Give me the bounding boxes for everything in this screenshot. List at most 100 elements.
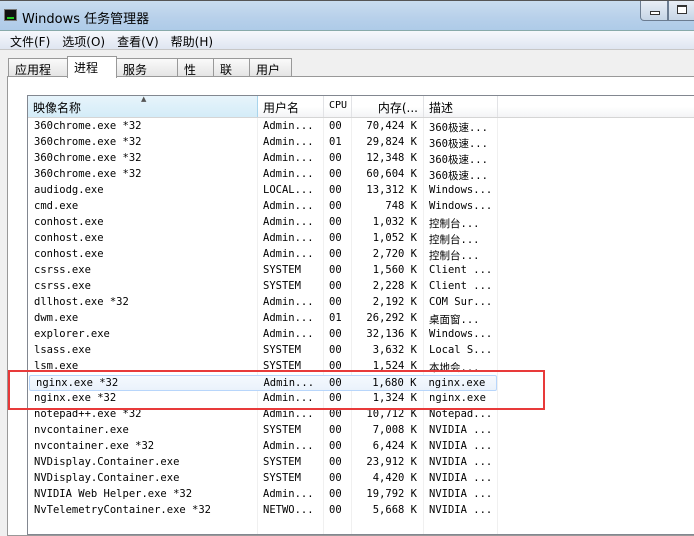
table-row[interactable]: conhost.exe Admin... 00 1,032 K 控制台... (28, 215, 497, 231)
cell-memory: 2,192 K (372, 296, 417, 308)
cell-process-name: dwm.exe (34, 312, 79, 324)
cell-process-name: conhost.exe (34, 232, 104, 244)
cell-description: Local S... (429, 344, 493, 356)
table-row[interactable]: conhost.exe Admin... 00 2,720 K 控制台... (28, 247, 497, 263)
tab-performance[interactable]: 性能 (177, 58, 214, 94)
cell-memory: 23,912 K (366, 456, 417, 468)
column-description[interactable]: 描述 (424, 96, 498, 117)
cell-description: 控制台... (429, 234, 480, 246)
cell-description: 360极速... (429, 170, 488, 182)
table-row[interactable]: nvcontainer.exe SYSTEM 00 7,008 K NVIDIA ... (28, 423, 497, 439)
table-row[interactable]: audiodg.exe LOCAL... 00 13,312 K Windows... (28, 183, 497, 199)
menu-view[interactable]: 查看(V) (111, 31, 165, 49)
cell-description: Windows... (429, 328, 493, 340)
cell-process-name: explorer.exe (34, 328, 110, 340)
cell-process-name: conhost.exe (34, 216, 104, 228)
window-title: Windows 任务管理器 (22, 12, 150, 27)
cell-process-name: 360chrome.exe *32 (34, 168, 142, 180)
cell-user-name: Admin... (263, 488, 314, 500)
highlight-annotation-box (8, 370, 545, 410)
table-row[interactable]: conhost.exe Admin... 00 1,052 K 控制台... (28, 231, 497, 247)
cell-cpu: 00 (329, 200, 342, 212)
cell-memory: 29,824 K (366, 136, 417, 148)
cell-user-name: Admin... (263, 168, 314, 180)
cell-user-name: Admin... (263, 312, 314, 324)
table-row[interactable]: csrss.exe SYSTEM 00 1,560 K Client ... (28, 263, 497, 279)
cell-description: COM Sur... (429, 296, 493, 308)
cell-memory: 13,312 K (366, 184, 417, 196)
cell-user-name: Admin... (263, 232, 314, 244)
table-row[interactable]: NVDisplay.Container.exe SYSTEM 00 23,912 K N… (28, 455, 497, 471)
table-row[interactable]: cmd.exe Admin... 00 748 K Windows... (28, 199, 497, 215)
cell-process-name: csrss.exe (34, 264, 91, 276)
cell-memory: 12,348 K (366, 152, 417, 164)
tab-applications[interactable]: 应用程序 (8, 58, 68, 94)
cell-cpu: 00 (329, 504, 342, 516)
minimize-button[interactable] (640, 1, 668, 21)
cell-user-name: SYSTEM (263, 472, 301, 484)
cell-process-name: NVIDIA Web Helper.exe *32 (34, 488, 193, 500)
cell-cpu: 00 (329, 264, 342, 276)
column-memory[interactable]: 内存(... (352, 96, 424, 117)
table-row[interactable]: NvTelemetryContainer.exe *32 NETWO... 00 5,… (28, 503, 497, 519)
tab-users[interactable]: 用户 (249, 58, 292, 78)
cell-description: Windows... (429, 200, 493, 212)
cell-description: NVIDIA ... (429, 504, 493, 516)
cell-memory: 26,292 K (366, 312, 417, 324)
cell-user-name: NETWO... (263, 504, 314, 516)
cell-memory: 70,424 K (366, 120, 417, 132)
cell-memory: 60,604 K (366, 168, 417, 180)
table-row[interactable]: 360chrome.exe *32 Admin... 00 60,604 K 360极速… (28, 167, 497, 183)
cell-cpu: 01 (329, 312, 342, 324)
table-row[interactable]: NVIDIA Web Helper.exe *32 Admin... 00 19,79… (28, 487, 497, 503)
cell-memory: 5,668 K (372, 504, 417, 516)
column-cpu[interactable]: CPU (324, 96, 352, 117)
table-row[interactable]: 360chrome.exe *32 Admin... 00 12,348 K 360极速… (28, 151, 497, 167)
cell-process-name: 360chrome.exe *32 (34, 152, 142, 164)
process-list[interactable]: ▲ 映像名称 用户名 CPU 内存(... 描述 360chrome.exe *3… (27, 95, 694, 535)
table-row[interactable]: explorer.exe Admin... 00 32,136 K Windows... (28, 327, 497, 343)
maximize-icon (677, 5, 687, 14)
cell-process-name: nvcontainer.exe (34, 424, 129, 436)
menu-options[interactable]: 选项(O) (56, 31, 111, 49)
cell-user-name: Admin... (263, 248, 314, 260)
cell-cpu: 00 (329, 120, 342, 132)
tab-networking[interactable]: 联网 (213, 58, 250, 94)
tab-services[interactable]: 服务 (116, 58, 178, 78)
cell-process-name: conhost.exe (34, 248, 104, 260)
maximize-button[interactable] (668, 1, 694, 21)
cell-memory: 4,420 K (372, 472, 417, 484)
cell-memory: 748 K (385, 200, 417, 212)
column-user-name[interactable]: 用户名 (258, 96, 324, 117)
menu-help[interactable]: 帮助(H) (165, 31, 219, 49)
table-row[interactable]: 360chrome.exe *32 Admin... 01 29,824 K 360极速… (28, 135, 497, 151)
cell-description: NVIDIA ... (429, 488, 493, 500)
cell-description: 桌面窗... (429, 314, 480, 326)
table-row[interactable]: dwm.exe Admin... 01 26,292 K 桌面窗... (28, 311, 497, 327)
cell-process-name: 360chrome.exe *32 (34, 120, 142, 132)
minimize-icon (650, 11, 660, 15)
table-row[interactable]: csrss.exe SYSTEM 00 2,228 K Client ... (28, 279, 497, 295)
cell-process-name: dllhost.exe *32 (34, 296, 129, 308)
cell-description: NVIDIA ... (429, 456, 493, 468)
tab-processes[interactable]: 进程 (67, 56, 117, 78)
cell-cpu: 00 (329, 216, 342, 228)
cell-user-name: Admin... (263, 152, 314, 164)
cell-description: Client ... (429, 264, 493, 276)
cell-process-name: NvTelemetryContainer.exe *32 (34, 504, 212, 516)
cell-process-name: cmd.exe (34, 200, 79, 212)
cell-process-name: nvcontainer.exe *32 (34, 440, 155, 452)
cell-user-name: SYSTEM (263, 264, 301, 276)
table-row[interactable]: lsass.exe SYSTEM 00 3,632 K Local S... (28, 343, 497, 359)
table-row[interactable]: nvcontainer.exe *32 Admin... 00 6,424 K NVID… (28, 439, 497, 455)
column-label: 映像名称 (33, 101, 82, 115)
table-row[interactable]: 360chrome.exe *32 Admin... 00 70,424 K 360极速… (28, 119, 497, 135)
table-row[interactable]: NVDisplay.Container.exe SYSTEM 00 4,420 K NV… (28, 471, 497, 487)
cell-user-name: SYSTEM (263, 280, 301, 292)
cell-memory: 19,792 K (366, 488, 417, 500)
table-row[interactable]: dllhost.exe *32 Admin... 00 2,192 K COM Sur.… (28, 295, 497, 311)
cell-cpu: 00 (329, 168, 342, 180)
cell-process-name: csrss.exe (34, 280, 91, 292)
column-image-name[interactable]: ▲ 映像名称 (28, 95, 258, 117)
menu-file[interactable]: 文件(F) (4, 31, 56, 49)
